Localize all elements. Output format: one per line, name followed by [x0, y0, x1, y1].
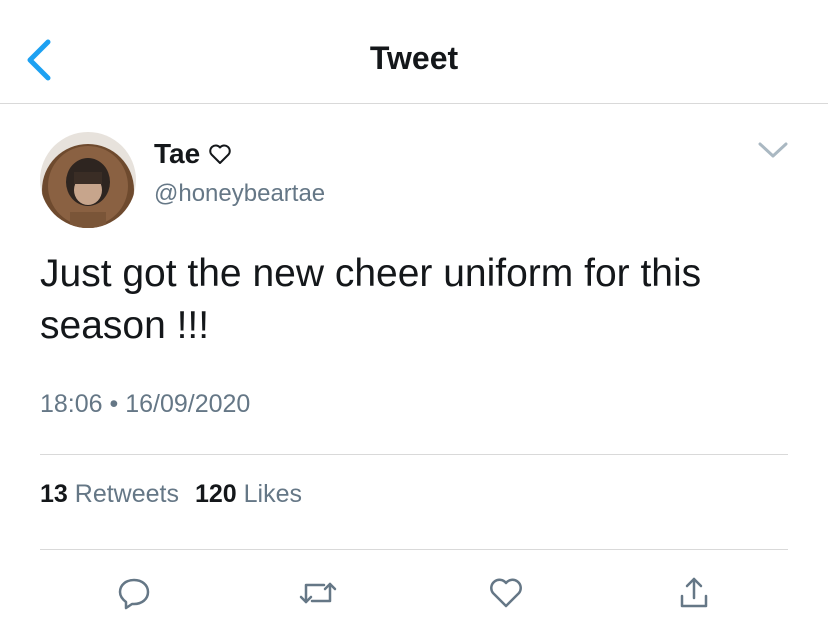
author-handle[interactable]: @honeybeartae	[154, 180, 325, 208]
retweet-button[interactable]	[298, 573, 338, 613]
retweets-stat[interactable]: 13 Retweets	[40, 480, 179, 509]
heart-outline-icon	[209, 144, 231, 164]
tweet-stats: 13 Retweets 120 Likes	[40, 480, 302, 509]
share-icon	[680, 577, 708, 608]
likes-label: Likes	[243, 480, 303, 508]
tweet-text: Just got the new cheer uniform for this …	[40, 252, 702, 347]
likes-count: 120	[194, 480, 237, 508]
author-name-row: Tae	[154, 138, 232, 170]
reply-icon	[118, 578, 150, 610]
top-bar: Tweet	[0, 0, 828, 104]
separator-dot: •	[109, 390, 126, 418]
retweets-label: Retweets	[74, 480, 179, 508]
chevron-down-icon	[758, 142, 788, 158]
likes-stat[interactable]: 120 Likes	[195, 480, 302, 509]
author-name[interactable]: Tae	[154, 138, 200, 170]
page-title: Tweet	[369, 40, 459, 76]
retweet-icon	[299, 582, 337, 604]
tweet-timestamp: 18:06 • 16/09/2020	[40, 390, 250, 419]
tweet-date: 16/09/2020	[125, 390, 251, 418]
avatar[interactable]	[40, 132, 136, 228]
divider	[40, 454, 788, 455]
divider	[40, 549, 788, 550]
retweets-count: 13	[40, 480, 68, 508]
like-icon	[490, 578, 522, 608]
avatar-image	[40, 132, 136, 228]
share-button[interactable]	[674, 573, 714, 613]
reply-button[interactable]	[114, 573, 154, 613]
tweet-menu-button[interactable]	[755, 136, 791, 164]
tweet-time: 18:06	[40, 390, 103, 418]
like-button[interactable]	[486, 573, 526, 613]
